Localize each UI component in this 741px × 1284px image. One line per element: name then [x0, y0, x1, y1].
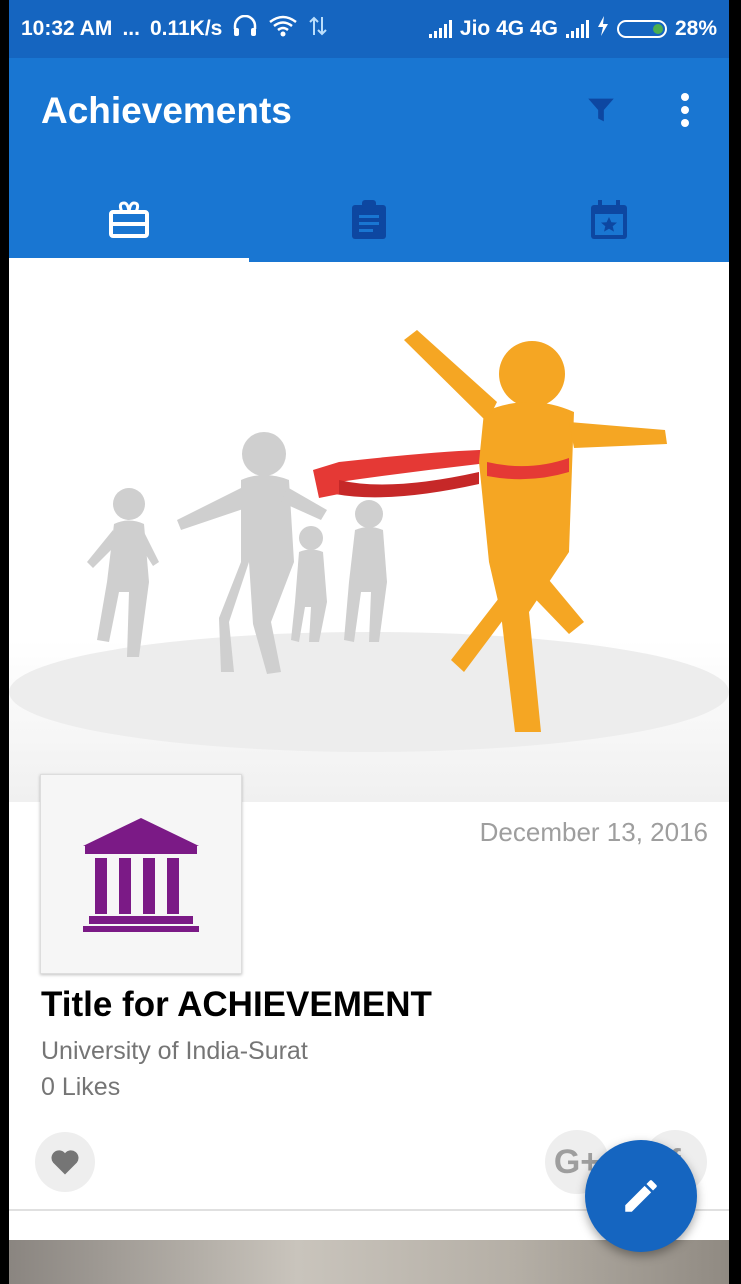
tab-bar	[9, 178, 729, 262]
more-dot	[681, 119, 689, 127]
race-finish-illustration	[9, 330, 729, 752]
university-building-icon	[83, 818, 199, 932]
achievement-title: Title for ACHIEVEMENT	[41, 985, 432, 1024]
institution-logo	[40, 774, 242, 974]
clipboard-icon	[352, 200, 386, 239]
tab-achievements[interactable]	[9, 178, 249, 262]
filter-icon	[588, 98, 614, 122]
more-options-button[interactable]	[665, 90, 705, 130]
institution-name: University of India-Surat	[41, 1037, 308, 1065]
likes-count: 0 Likes	[41, 1073, 121, 1101]
signal-icon	[428, 20, 452, 38]
filter-button[interactable]	[581, 90, 621, 130]
status-dots: ...	[122, 17, 140, 40]
status-bar: 10:32 AM ... 0.11K/s Jio 4G 4G 28%	[9, 0, 729, 58]
achievement-date: December 13, 2016	[479, 817, 708, 847]
achievement-image[interactable]	[9, 262, 729, 802]
status-time: 10:32 AM	[21, 17, 113, 40]
headset-icon	[232, 14, 258, 43]
app-bar: Achievements	[9, 58, 729, 262]
like-button[interactable]	[35, 1132, 95, 1192]
tab-activities[interactable]	[249, 178, 489, 262]
gift-card-icon	[109, 201, 149, 238]
edit-fab-button[interactable]	[585, 1140, 697, 1252]
carrier-label: Jio 4G 4G	[459, 17, 558, 40]
battery-percent: 28%	[674, 17, 717, 40]
more-dot	[681, 93, 689, 101]
heart-icon	[51, 1150, 79, 1175]
tab-events[interactable]	[489, 178, 729, 262]
page-title: Achievements	[41, 90, 292, 131]
more-dot	[681, 106, 689, 114]
achievements-list[interactable]: December 13, 2016 Title for ACHIEVEMENT …	[9, 262, 729, 1284]
charging-icon	[597, 16, 609, 42]
pencil-icon	[625, 1180, 657, 1212]
battery-icon	[616, 20, 667, 38]
signal-icon-2	[565, 20, 589, 38]
network-speed: 0.11K/s	[149, 17, 223, 40]
wifi-icon	[268, 15, 298, 43]
calendar-star-icon	[591, 200, 627, 239]
data-transfer-icon	[308, 15, 328, 43]
